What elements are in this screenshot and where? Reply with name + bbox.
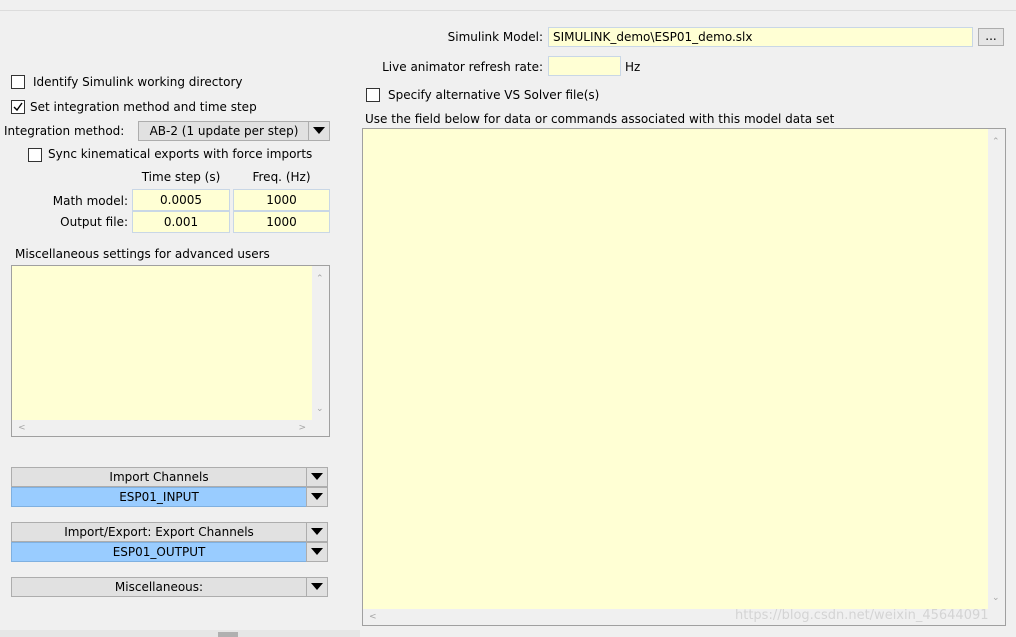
import-channels-header[interactable]: Import Channels [11,467,307,487]
misc-vertical-scrollbar[interactable]: ⌃ ⌄ [312,266,329,420]
scroll-down-icon[interactable]: ⌄ [992,593,1000,603]
misc-scrollbar-corner [312,420,329,436]
scroll-up-icon[interactable]: ⌃ [992,137,1000,147]
sync-label: Sync kinematical exports with force impo… [48,147,313,161]
top-divider [0,10,1016,11]
misc-horizontal-scrollbar[interactable]: < > [12,420,312,436]
integration-method-label: Integration method: [4,124,125,138]
miscellaneous-chevron-down-icon[interactable] [306,577,328,597]
animator-refresh-unit: Hz [625,60,641,74]
browse-model-button[interactable]: ... [978,28,1004,46]
freq-header: Freq. (Hz) [252,170,311,184]
misc-scroll-right-icon[interactable]: > [298,423,306,433]
scrollbar-corner [988,609,1005,625]
animator-refresh-field[interactable] [548,56,621,76]
integration-chevron-down-icon[interactable] [308,121,330,141]
vertical-scrollbar[interactable]: ⌃ ⌄ [988,129,1005,609]
import-channels-chevron-down-icon[interactable] [306,467,328,487]
miscellaneous-header[interactable]: Miscellaneous: [11,577,307,597]
time-step-header: Time step (s) [141,170,221,184]
misc-scroll-down-icon[interactable]: ⌄ [316,404,324,414]
import-channels-select[interactable]: ESP01_INPUT [11,487,307,507]
import-select-chevron-down-icon[interactable] [306,487,328,507]
resize-grip[interactable] [218,632,238,637]
animator-refresh-label: Live animator refresh rate: [382,60,543,74]
watermark-text: https://blog.csdn.net/weixin_45644091 [735,608,989,623]
output-file-label: Output file: [60,215,128,229]
export-channels-select[interactable]: ESP01_OUTPUT [11,542,307,562]
set-integration-label: Set integration method and time step [30,100,257,114]
export-channels-header[interactable]: Import/Export: Export Channels [11,522,307,542]
integration-method-select[interactable]: AB-2 (1 update per step) [138,121,310,141]
bottom-strip [0,630,360,637]
misc-settings-label: Miscellaneous settings for advanced user… [15,247,270,261]
math-model-label: Math model: [52,194,128,208]
simulink-model-field[interactable]: SIMULINK_demo\ESP01_demo.slx [548,27,973,47]
alt-solver-label: Specify alternative VS Solver file(s) [388,88,600,102]
export-channels-chevron-down-icon[interactable] [306,522,328,542]
output-file-timestep-field[interactable]: 0.001 [132,211,230,233]
misc-settings-textarea[interactable]: ⌃ ⌄ < > [11,265,330,437]
data-field-label: Use the field below for data or commands… [365,112,835,126]
math-model-freq-field[interactable]: 1000 [233,189,330,211]
export-select-chevron-down-icon[interactable] [306,542,328,562]
identify-dir-checkbox[interactable] [11,75,25,89]
scroll-left-icon[interactable]: < [369,612,377,622]
math-model-timestep-field[interactable]: 0.0005 [132,189,230,211]
misc-scroll-up-icon[interactable]: ⌃ [316,274,324,284]
sync-checkbox[interactable] [28,148,42,162]
identify-dir-label: Identify Simulink working directory [33,75,243,89]
simulink-model-label: Simulink Model: [447,30,543,44]
output-file-freq-field[interactable]: 1000 [233,211,330,233]
alt-solver-checkbox[interactable] [366,88,380,102]
checkmark-icon [13,102,23,112]
misc-scroll-left-icon[interactable]: < [18,423,26,433]
data-commands-textarea[interactable]: ⌃ ⌄ < https://blog.csdn.net/weixin_45644… [362,128,1006,626]
set-integration-checkbox[interactable] [11,100,25,114]
